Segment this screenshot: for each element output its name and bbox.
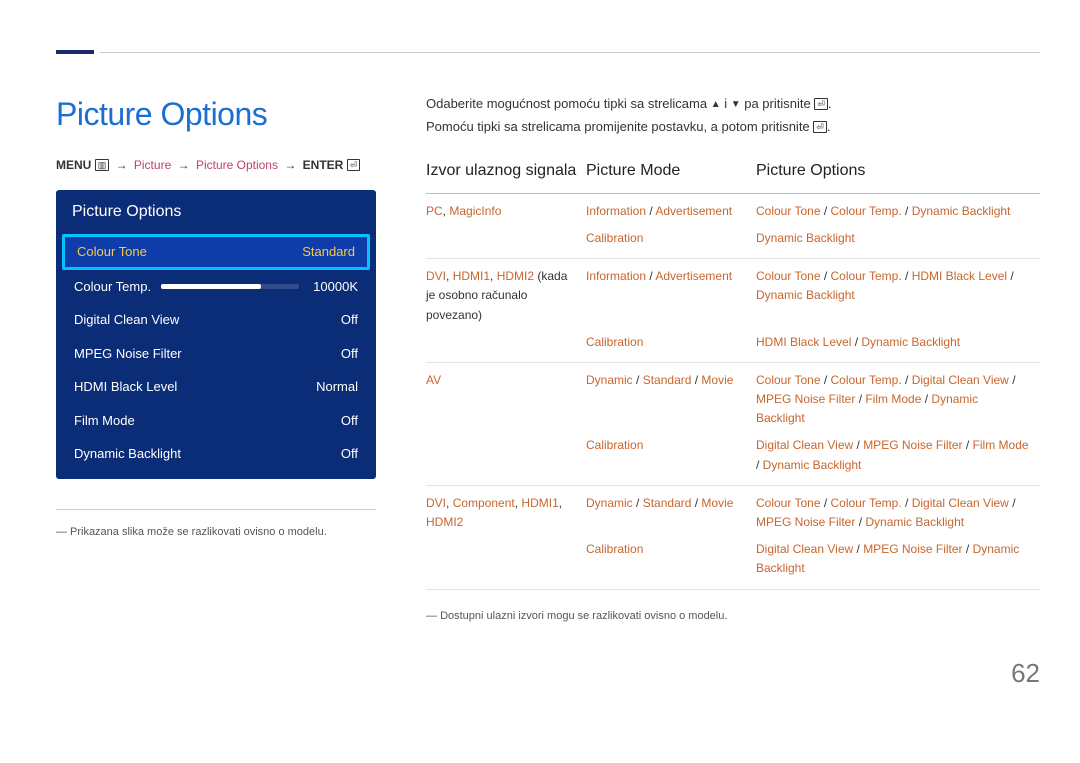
arrow-down-icon: ▼ <box>731 99 741 110</box>
osd-item-value: Off <box>341 310 358 330</box>
table-row: CalibrationHDMI Black Level / Dynamic Ba… <box>426 329 1040 363</box>
osd-item-label: HDMI Black Level <box>74 377 177 397</box>
osd-item-label: Digital Clean View <box>74 310 179 330</box>
osd-item-value: Off <box>341 344 358 364</box>
osd-panel: Picture Options Colour ToneStandardColou… <box>56 190 376 479</box>
enter-icon: ⏎ <box>813 121 827 133</box>
osd-item-mpeg-noise-filter[interactable]: MPEG Noise Filter Off <box>56 337 376 371</box>
osd-item-dynamic-backlight[interactable]: Dynamic Backlight Off <box>56 437 376 471</box>
th-mode: Picture Mode <box>586 159 756 194</box>
top-divider <box>100 52 1040 53</box>
osd-item-value: Off <box>341 411 358 431</box>
osd-item-label: Colour Tone <box>77 242 147 262</box>
osd-item-digital-clean-view[interactable]: Digital Clean View Off <box>56 303 376 337</box>
table-row: DVI, HDMI1, HDMI2 (kada je osobno računa… <box>426 259 1040 329</box>
arrow-up-icon: ▲ <box>711 99 721 110</box>
options-table: Izvor ulaznog signala Picture Mode Pictu… <box>426 159 1040 590</box>
osd-title: Picture Options <box>56 190 376 234</box>
slider-icon[interactable] <box>161 284 299 289</box>
table-row: AVDynamic / Standard / MovieColour Tone … <box>426 362 1040 432</box>
osd-item-label: Dynamic Backlight <box>74 444 181 464</box>
osd-item-value: Standard <box>302 242 355 262</box>
osd-item-value: 10000K <box>313 277 358 297</box>
breadcrumb-picture-options: Picture Options <box>196 158 278 172</box>
osd-item-value: Normal <box>316 377 358 397</box>
table-row: DVI, Component, HDMI1, HDMI2Dynamic / St… <box>426 485 1040 536</box>
page-number: 62 <box>1011 654 1040 693</box>
table-row: CalibrationDynamic Backlight <box>426 225 1040 259</box>
menu-icon: ▥ <box>95 159 110 171</box>
table-row: CalibrationDigital Clean View / MPEG Noi… <box>426 432 1040 485</box>
note-left: ―Prikazana slika može se razlikovati ovi… <box>56 524 376 541</box>
section-marker-icon <box>56 50 94 54</box>
breadcrumb-picture: Picture <box>134 158 171 172</box>
osd-item-colour-temp-[interactable]: Colour Temp. 10000K <box>56 270 376 304</box>
th-options: Picture Options <box>756 159 1040 194</box>
osd-item-label: MPEG Noise Filter <box>74 344 182 364</box>
breadcrumb-enter: ENTER <box>303 158 344 172</box>
enter-icon: ⏎ <box>347 159 361 171</box>
table-row: CalibrationDigital Clean View / MPEG Noi… <box>426 536 1040 589</box>
enter-icon: ⏎ <box>814 98 828 110</box>
osd-item-label: Colour Temp. <box>74 277 151 297</box>
note-right: ― Dostupni ulazni izvori mogu se razliko… <box>426 608 1040 625</box>
th-source: Izvor ulaznog signala <box>426 159 586 194</box>
intro-text: Odaberite mogućnost pomoću tipki sa stre… <box>426 92 1040 139</box>
breadcrumb-menu: MENU <box>56 158 91 172</box>
osd-item-hdmi-black-level[interactable]: HDMI Black Level Normal <box>56 370 376 404</box>
osd-item-film-mode[interactable]: Film Mode Off <box>56 404 376 438</box>
osd-item-label: Film Mode <box>74 411 135 431</box>
divider <box>56 509 376 510</box>
table-row: PC, MagicInfoInformation / Advertisement… <box>426 193 1040 225</box>
osd-item-value: Off <box>341 444 358 464</box>
osd-item-colour-tone[interactable]: Colour Tone Standard <box>62 234 370 270</box>
